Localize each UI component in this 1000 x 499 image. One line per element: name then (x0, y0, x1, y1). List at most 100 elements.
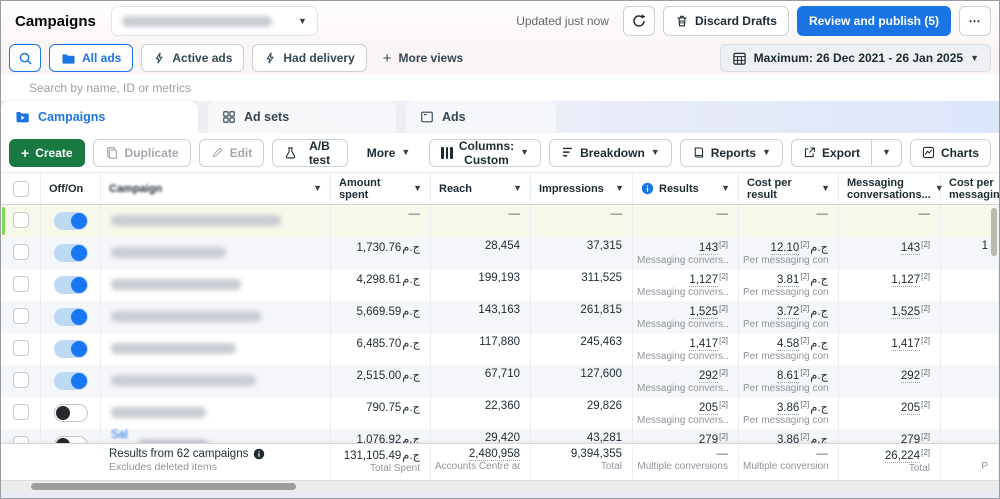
cell-amount-spent: 4,298.61ج.م (331, 269, 431, 301)
filter-bar: All ads Active ads Had delivery + More v… (1, 41, 999, 75)
more-button[interactable]: More ▼ (355, 138, 422, 167)
horizontal-scrollbar[interactable] (1, 480, 999, 492)
more-views-button[interactable]: + More views (375, 50, 471, 67)
col-header-impressions[interactable]: Impressions ▼ (531, 173, 633, 204)
footer-total-cost-per-result: — Multiple conversions (739, 444, 839, 480)
horizontal-scrollbar-thumb[interactable] (31, 483, 296, 490)
campaign-row[interactable]: 1,730.76ج.م 28,454 37,315 143[2] Messaging c… (1, 237, 999, 269)
campaign-name-redacted (111, 247, 226, 258)
cell-campaign[interactable] (101, 333, 331, 365)
date-range-selector[interactable]: Maximum: 26 Dec 2021 - 26 Jan 2025 ▼ (719, 44, 991, 72)
charts-button[interactable]: Charts (909, 138, 991, 167)
col-header-cost-per-messaging[interactable]: Cost per messaging (941, 173, 999, 204)
row-checkbox[interactable] (12, 276, 29, 292)
search-input[interactable] (1, 75, 999, 101)
row-checkbox[interactable] (12, 244, 29, 260)
chevron-down-icon[interactable]: ▼ (717, 184, 730, 193)
chevron-down-icon[interactable]: ▼ (309, 184, 322, 193)
campaign-row[interactable]: 6,485.70ج.م 117,880 245,463 1,417[2] Messagi… (1, 333, 999, 365)
report-book-icon (692, 146, 705, 159)
create-button[interactable]: + Create (9, 138, 85, 167)
row-toggle[interactable] (53, 212, 88, 230)
row-checkbox[interactable] (12, 340, 29, 356)
tab-ads-label: Ads (442, 110, 466, 124)
row-checkbox[interactable] (12, 212, 29, 228)
cell-campaign[interactable] (101, 397, 331, 429)
row-checkbox[interactable] (12, 372, 29, 388)
campaign-name-redacted (111, 279, 241, 290)
campaign-row[interactable]: 4,298.61ج.م 199,193 311,525 1,127[2] Messagi… (1, 269, 999, 301)
cell-toggle (41, 205, 101, 237)
columns-button[interactable]: Columns: Custom ▼ (429, 138, 542, 167)
filter-active-ads[interactable]: Active ads (141, 44, 245, 72)
duplicate-button[interactable]: Duplicate (92, 138, 191, 167)
row-checkbox[interactable] (12, 436, 29, 443)
search-filter-button[interactable] (9, 44, 41, 72)
row-toggle[interactable] (53, 244, 88, 262)
col-header-cost-per-result[interactable]: Cost per result ▼ (739, 173, 839, 204)
select-all-checkbox[interactable] (12, 180, 29, 197)
cell-campaign[interactable] (101, 365, 331, 397)
campaign-row[interactable]: 790.75ج.م 22,360 29,826 205[2] Messaging con… (1, 397, 999, 429)
row-checkbox[interactable] (12, 308, 29, 324)
reports-button[interactable]: Reports ▼ (679, 138, 783, 167)
footer-total-messaging: 26,224[2] Total (839, 444, 941, 480)
cell-campaign[interactable] (101, 237, 331, 269)
cell-campaign[interactable] (101, 205, 331, 237)
info-icon[interactable] (253, 448, 265, 460)
cell-campaign[interactable] (101, 301, 331, 333)
chevron-down-icon[interactable]: ▼ (409, 184, 422, 193)
campaign-row[interactable]: 2,515.00ج.م 67,710 127,600 292[2] Messaging … (1, 365, 999, 397)
col-header-messaging-conversations[interactable]: Messaging conversations... ▼ (839, 173, 944, 204)
cell-cost-per-result: — (739, 205, 839, 237)
refresh-button[interactable] (622, 6, 655, 36)
row-toggle[interactable] (53, 276, 88, 294)
campaign-row[interactable]: — — — — — — (1, 205, 999, 237)
filter-all-ads[interactable]: All ads (49, 44, 134, 72)
chevron-down-icon[interactable]: ▼ (509, 184, 522, 193)
chevron-down-icon[interactable]: ▼ (611, 184, 624, 193)
more-options-button[interactable]: ⋯ (959, 6, 991, 36)
edit-button[interactable]: Edit (198, 138, 265, 167)
ab-test-button[interactable]: A/B test (272, 138, 348, 167)
col-header-campaign[interactable]: Campaign ▼ (101, 173, 331, 204)
review-publish-button[interactable]: Review and publish (5) (796, 6, 951, 36)
tab-ads[interactable]: Ads (406, 101, 556, 133)
vertical-scrollbar-thumb[interactable] (991, 208, 997, 256)
export-options-button[interactable]: ▼ (871, 138, 902, 167)
row-toggle[interactable] (53, 372, 88, 390)
info-icon[interactable] (641, 182, 654, 195)
col-header-results[interactable]: Results ▼ (633, 173, 739, 204)
cell-campaign[interactable]: Sal (101, 429, 331, 443)
account-selector[interactable]: ▼ (111, 7, 317, 35)
tab-campaigns[interactable]: Campaigns (1, 101, 198, 133)
reports-label: Reports (710, 145, 757, 160)
discard-drafts-button[interactable]: Discard Drafts (662, 6, 789, 36)
row-toggle[interactable] (53, 436, 88, 443)
row-toggle[interactable] (53, 308, 88, 326)
col-label-cost-per-result: Cost per result (747, 176, 792, 201)
chevron-down-icon[interactable]: ▼ (817, 184, 830, 193)
row-toggle[interactable] (53, 404, 88, 422)
row-toggle[interactable] (53, 340, 88, 358)
row-checkbox[interactable] (12, 404, 29, 420)
campaign-row[interactable]: 5,669.59ج.م 143,163 261,815 1,525[2] Messagi… (1, 301, 999, 333)
campaign-row[interactable]: Sal 1,076.92ج.م29,42043,281279[2]Messagin… (1, 429, 999, 443)
cell-results: 1,417[2] Messaging convers... (633, 333, 739, 365)
col-header-reach[interactable]: Reach ▼ (431, 173, 531, 204)
filter-had-delivery[interactable]: Had delivery (252, 44, 367, 72)
tab-ad-sets[interactable]: Ad sets (208, 101, 396, 133)
breakdown-button[interactable]: Breakdown ▼ (549, 138, 672, 167)
cell-results: 205[2] Messaging convers... (633, 397, 739, 429)
search-icon (18, 51, 33, 66)
cell-campaign[interactable] (101, 269, 331, 301)
cell-cost-per-messaging (941, 397, 999, 429)
export-button[interactable]: Export (790, 138, 872, 167)
cell-toggle (41, 237, 101, 269)
col-label-reach: Reach (439, 182, 473, 195)
col-header-amount-spent[interactable]: Amount spent ▼ (331, 173, 431, 204)
col-label-campaign: Campaign (109, 182, 163, 195)
cell-impressions: 37,315 (531, 237, 633, 269)
cell-toggle (41, 365, 101, 397)
cell-cost-per-messaging (941, 365, 999, 397)
